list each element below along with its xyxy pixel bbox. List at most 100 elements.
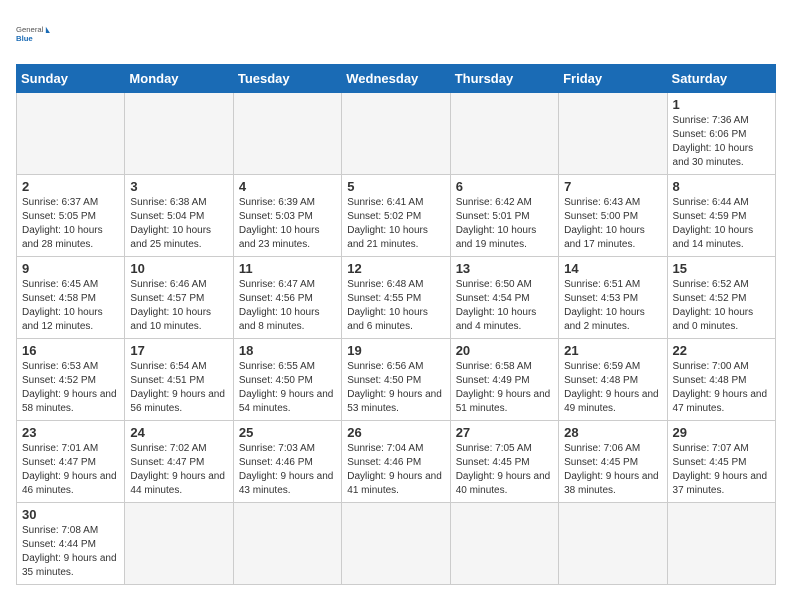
calendar-table: SundayMondayTuesdayWednesdayThursdayFrid… <box>16 64 776 585</box>
day-number: 1 <box>673 97 770 112</box>
day-number: 6 <box>456 179 553 194</box>
calendar-cell: 2 Sunrise: 6:37 AM Sunset: 5:05 PM Daylig… <box>17 175 125 257</box>
day-info: Sunrise: 7:08 AM Sunset: 4:44 PM Dayligh… <box>22 524 119 580</box>
calendar-cell <box>342 503 450 585</box>
calendar-cell: 20Sunrise: 6:58 AM Sunset: 4:49 PM Dayli… <box>450 339 558 421</box>
calendar-cell: 27 Sunrise: 7:05 AM Sunset: 4:45 PM Dayli… <box>450 421 558 503</box>
day-number: 3 <box>130 179 227 194</box>
weekday-header-friday: Friday <box>559 65 667 93</box>
day-info: Sunrise: 6:37 AM Sunset: 5:05 PM Dayligh… <box>22 196 119 252</box>
day-number: 17 <box>130 343 227 358</box>
day-number: 11 <box>239 261 336 276</box>
day-number: 2 <box>22 179 119 194</box>
calendar-cell <box>559 93 667 175</box>
calendar-cell <box>233 93 341 175</box>
calendar-cell: 5Sunrise: 6:41 AM Sunset: 5:02 PM Daylig… <box>342 175 450 257</box>
day-info: Sunrise: 6:53 AM Sunset: 4:52 PM Dayligh… <box>22 360 119 416</box>
day-info: Sunrise: 7:07 AM Sunset: 4:45 PM Dayligh… <box>673 442 770 498</box>
calendar-cell: 28Sunrise: 7:06 AM Sunset: 4:45 PM Dayli… <box>559 421 667 503</box>
day-info: Sunrise: 7:36 AM Sunset: 6:06 PM Dayligh… <box>673 114 770 170</box>
day-info: Sunrise: 6:59 AM Sunset: 4:48 PM Dayligh… <box>564 360 661 416</box>
calendar-cell: 12Sunrise: 6:48 AM Sunset: 4:55 PM Dayli… <box>342 257 450 339</box>
day-info: Sunrise: 6:55 AM Sunset: 4:50 PM Dayligh… <box>239 360 336 416</box>
calendar-cell <box>667 503 775 585</box>
calendar-cell: 3 Sunrise: 6:38 AM Sunset: 5:04 PM Daylig… <box>125 175 233 257</box>
calendar-cell: 29 Sunrise: 7:07 AM Sunset: 4:45 PM Dayli… <box>667 421 775 503</box>
calendar-week-row: 23 Sunrise: 7:01 AM Sunset: 4:47 PM Dayli… <box>17 421 776 503</box>
logo: General Blue <box>16 16 52 52</box>
calendar-cell <box>450 503 558 585</box>
weekday-header-wednesday: Wednesday <box>342 65 450 93</box>
day-number: 4 <box>239 179 336 194</box>
day-number: 15 <box>673 261 770 276</box>
day-info: Sunrise: 7:01 AM Sunset: 4:47 PM Dayligh… <box>22 442 119 498</box>
day-number: 21 <box>564 343 661 358</box>
day-number: 14 <box>564 261 661 276</box>
day-info: Sunrise: 7:05 AM Sunset: 4:45 PM Dayligh… <box>456 442 553 498</box>
day-number: 12 <box>347 261 444 276</box>
calendar-cell: 1 Sunrise: 7:36 AM Sunset: 6:06 PM Daylig… <box>667 93 775 175</box>
day-number: 5 <box>347 179 444 194</box>
day-info: Sunrise: 7:06 AM Sunset: 4:45 PM Dayligh… <box>564 442 661 498</box>
calendar-cell <box>17 93 125 175</box>
weekday-header-row: SundayMondayTuesdayWednesdayThursdayFrid… <box>17 65 776 93</box>
day-number: 25 <box>239 425 336 440</box>
day-info: Sunrise: 6:45 AM Sunset: 4:58 PM Dayligh… <box>22 278 119 334</box>
calendar-cell: 24 Sunrise: 7:02 AM Sunset: 4:47 PM Dayli… <box>125 421 233 503</box>
day-number: 7 <box>564 179 661 194</box>
weekday-header-thursday: Thursday <box>450 65 558 93</box>
day-info: Sunrise: 6:44 AM Sunset: 4:59 PM Dayligh… <box>673 196 770 252</box>
day-number: 19 <box>347 343 444 358</box>
calendar-cell <box>559 503 667 585</box>
calendar-cell <box>125 93 233 175</box>
day-info: Sunrise: 6:38 AM Sunset: 5:04 PM Dayligh… <box>130 196 227 252</box>
calendar-cell: 18Sunrise: 6:55 AM Sunset: 4:50 PM Dayli… <box>233 339 341 421</box>
day-number: 16 <box>22 343 119 358</box>
day-info: Sunrise: 7:04 AM Sunset: 4:46 PM Dayligh… <box>347 442 444 498</box>
calendar-cell: 26 Sunrise: 7:04 AM Sunset: 4:46 PM Dayli… <box>342 421 450 503</box>
calendar-week-row: 1 Sunrise: 7:36 AM Sunset: 6:06 PM Daylig… <box>17 93 776 175</box>
day-info: Sunrise: 6:51 AM Sunset: 4:53 PM Dayligh… <box>564 278 661 334</box>
day-number: 8 <box>673 179 770 194</box>
calendar-cell: 13Sunrise: 6:50 AM Sunset: 4:54 PM Dayli… <box>450 257 558 339</box>
weekday-header-saturday: Saturday <box>667 65 775 93</box>
day-info: Sunrise: 6:43 AM Sunset: 5:00 PM Dayligh… <box>564 196 661 252</box>
calendar-cell: 23 Sunrise: 7:01 AM Sunset: 4:47 PM Dayli… <box>17 421 125 503</box>
calendar-cell: 19 Sunrise: 6:56 AM Sunset: 4:50 PM Dayli… <box>342 339 450 421</box>
day-info: Sunrise: 6:56 AM Sunset: 4:50 PM Dayligh… <box>347 360 444 416</box>
calendar-week-row: 2 Sunrise: 6:37 AM Sunset: 5:05 PM Daylig… <box>17 175 776 257</box>
calendar-cell: 17 Sunrise: 6:54 AM Sunset: 4:51 PM Dayli… <box>125 339 233 421</box>
day-info: Sunrise: 7:02 AM Sunset: 4:47 PM Dayligh… <box>130 442 227 498</box>
calendar-cell: 10Sunrise: 6:46 AM Sunset: 4:57 PM Dayli… <box>125 257 233 339</box>
day-number: 23 <box>22 425 119 440</box>
page-header: General Blue <box>16 16 776 52</box>
calendar-cell: 4 Sunrise: 6:39 AM Sunset: 5:03 PM Daylig… <box>233 175 341 257</box>
calendar-week-row: 16 Sunrise: 6:53 AM Sunset: 4:52 PM Dayli… <box>17 339 776 421</box>
calendar-cell: 8 Sunrise: 6:44 AM Sunset: 4:59 PM Daylig… <box>667 175 775 257</box>
svg-text:Blue: Blue <box>16 34 33 43</box>
day-number: 9 <box>22 261 119 276</box>
calendar-cell: 22Sunrise: 7:00 AM Sunset: 4:48 PM Dayli… <box>667 339 775 421</box>
day-info: Sunrise: 6:58 AM Sunset: 4:49 PM Dayligh… <box>456 360 553 416</box>
day-number: 27 <box>456 425 553 440</box>
day-info: Sunrise: 6:39 AM Sunset: 5:03 PM Dayligh… <box>239 196 336 252</box>
calendar-cell <box>233 503 341 585</box>
calendar-cell: 6Sunrise: 6:42 AM Sunset: 5:01 PM Daylig… <box>450 175 558 257</box>
calendar-cell: 7 Sunrise: 6:43 AM Sunset: 5:00 PM Daylig… <box>559 175 667 257</box>
calendar-cell: 25Sunrise: 7:03 AM Sunset: 4:46 PM Dayli… <box>233 421 341 503</box>
logo-icon: General Blue <box>16 16 52 52</box>
day-number: 29 <box>673 425 770 440</box>
calendar-cell <box>450 93 558 175</box>
day-number: 10 <box>130 261 227 276</box>
weekday-header-tuesday: Tuesday <box>233 65 341 93</box>
day-info: Sunrise: 6:47 AM Sunset: 4:56 PM Dayligh… <box>239 278 336 334</box>
day-number: 24 <box>130 425 227 440</box>
svg-text:General: General <box>16 25 44 34</box>
day-number: 26 <box>347 425 444 440</box>
calendar-cell: 9 Sunrise: 6:45 AM Sunset: 4:58 PM Daylig… <box>17 257 125 339</box>
day-info: Sunrise: 6:54 AM Sunset: 4:51 PM Dayligh… <box>130 360 227 416</box>
calendar-cell: 14 Sunrise: 6:51 AM Sunset: 4:53 PM Dayli… <box>559 257 667 339</box>
day-number: 13 <box>456 261 553 276</box>
weekday-header-sunday: Sunday <box>17 65 125 93</box>
calendar-week-row: 9 Sunrise: 6:45 AM Sunset: 4:58 PM Daylig… <box>17 257 776 339</box>
